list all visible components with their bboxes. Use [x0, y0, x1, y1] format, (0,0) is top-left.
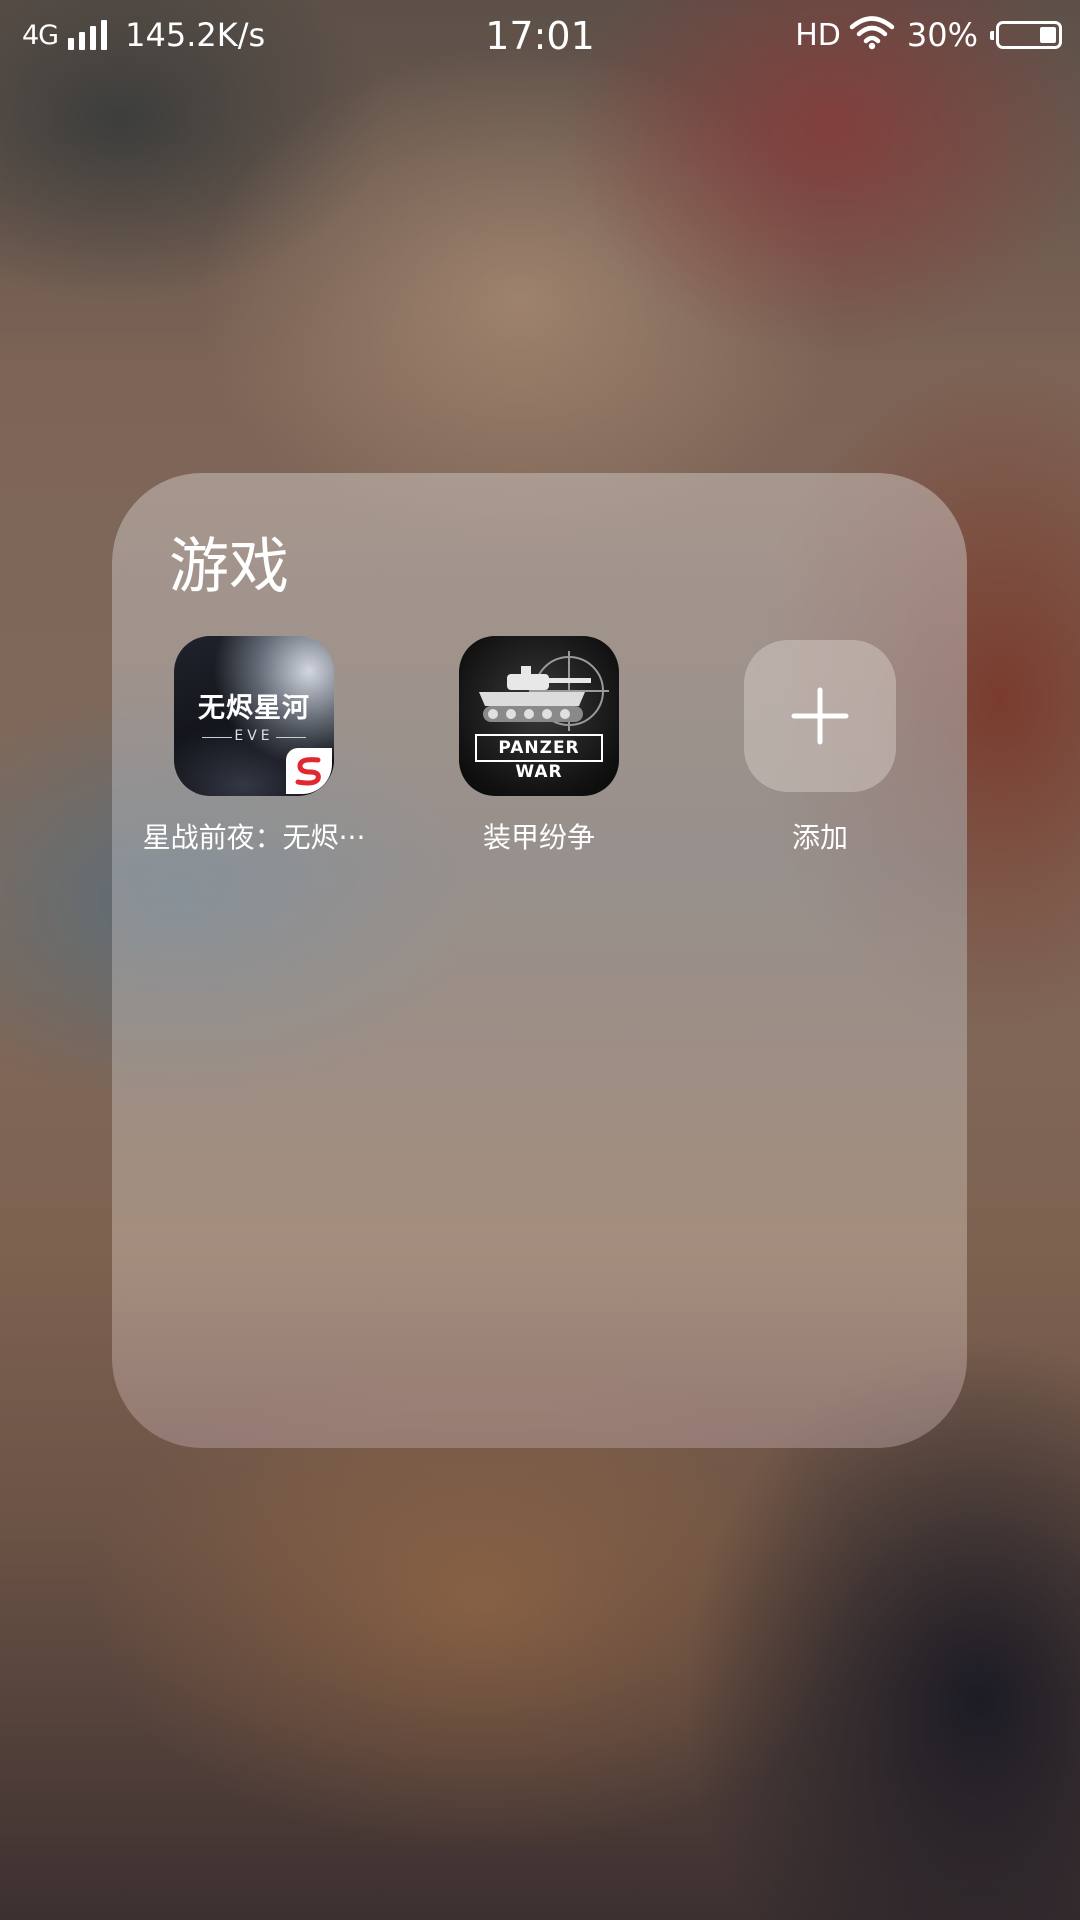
panzer-war-icon-text: PANZER WAR [475, 734, 603, 782]
battery-fill [1040, 27, 1056, 43]
folder-panel: 游戏 无烬星河 EVE 星战前夜：无烬··· PANZER WAR 装甲纷争 添… [112, 473, 967, 1448]
app-eve[interactable]: 无烬星河 EVE 星战前夜：无烬··· [124, 636, 384, 856]
folder-title[interactable]: 游戏 [169, 518, 289, 605]
add-app-button[interactable]: 添加 [690, 636, 950, 856]
battery-percent: 30% [906, 16, 978, 54]
netease-badge-icon [286, 748, 332, 794]
plus-icon [791, 687, 849, 745]
eve-icon-rule-right [276, 737, 306, 738]
eve-app-icon[interactable]: 无烬星河 EVE [174, 636, 334, 796]
status-right: HD 30% [795, 16, 1062, 54]
hd-indicator: HD [795, 17, 841, 53]
app-panzer-war[interactable]: PANZER WAR 装甲纷争 [409, 636, 669, 856]
eve-icon-title: 无烬星河 [198, 693, 310, 724]
app-label-panzer-war: 装甲纷争 [482, 821, 595, 854]
wifi-icon [849, 16, 895, 54]
status-bar: 4G 145.2K/s 17:01 HD 30% [0, 0, 1080, 72]
battery-icon [990, 21, 1062, 49]
app-label-eve: 星战前夜：无烬··· [142, 821, 366, 854]
home-screen: 4G 145.2K/s 17:01 HD 30% 游戏 无烬星河 EVE 星战前… [0, 0, 1080, 1920]
eve-icon-subtitle: EVE [234, 728, 274, 744]
panzer-war-app-icon[interactable]: PANZER WAR [459, 636, 619, 796]
add-app-tile[interactable] [744, 640, 896, 792]
add-app-label: 添加 [791, 821, 848, 854]
